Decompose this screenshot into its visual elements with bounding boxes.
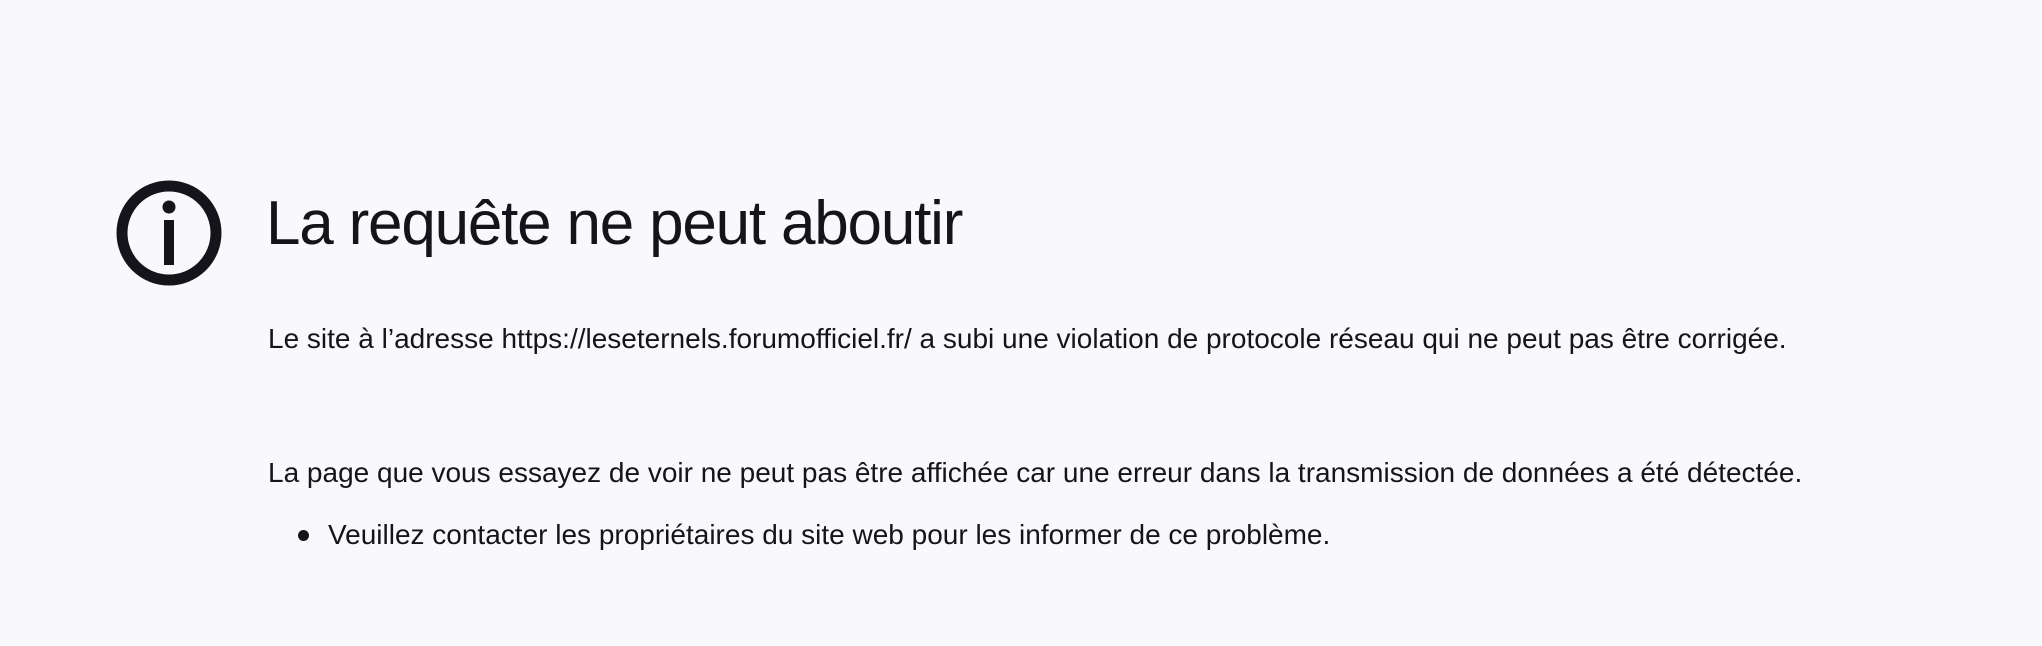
- error-long-description: La page que vous essayez de voir ne peut…: [268, 457, 1803, 488]
- info-icon: [116, 180, 222, 286]
- error-tip-item: Veuillez contacter les propriétaires du …: [298, 516, 1888, 554]
- bullet-icon: [298, 530, 309, 541]
- error-tip-text: Veuillez contacter les propriétaires du …: [328, 519, 1331, 550]
- error-content: Le site à l’adresse https://leseternels.…: [268, 320, 1888, 554]
- error-page: La requête ne peut aboutir Le site à l’a…: [0, 0, 2042, 646]
- error-tips-list: Veuillez contacter les propriétaires du …: [268, 516, 1888, 554]
- error-short-description: Le site à l’adresse https://leseternels.…: [268, 323, 1787, 354]
- page-title: La requête ne peut aboutir: [266, 189, 963, 258]
